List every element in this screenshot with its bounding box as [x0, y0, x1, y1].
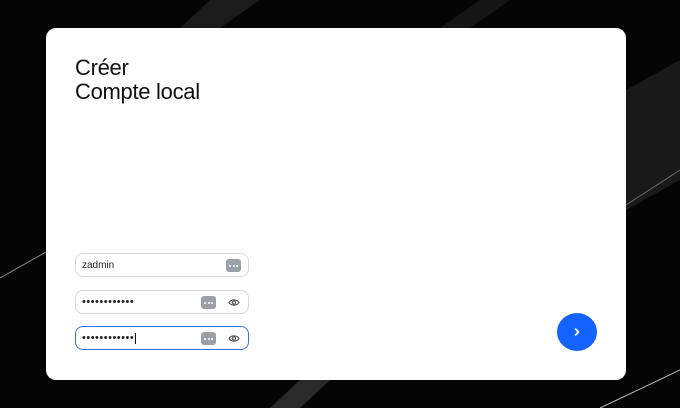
password-value: •••••••••••• [82, 296, 135, 308]
eye-icon[interactable] [227, 332, 241, 345]
username-field[interactable]: zadmin [75, 253, 249, 277]
password-manager-key-icon[interactable] [201, 296, 216, 309]
next-button[interactable] [557, 313, 597, 351]
page-title: Créer Compte local [75, 56, 200, 104]
title-line-create: Créer [75, 55, 129, 80]
chevron-right-icon [574, 328, 580, 336]
username-value: zadmin [82, 259, 115, 271]
password-manager-key-icon[interactable] [201, 332, 216, 345]
text-caret [135, 332, 137, 344]
confirm-password-value: •••••••••••• [82, 332, 137, 344]
title-line-local-account: Compte local [75, 79, 200, 104]
create-account-card: Créer Compte local zadmin •••••••••••• •… [46, 28, 626, 380]
confirm-password-field[interactable]: •••••••••••• [75, 326, 249, 350]
eye-icon[interactable] [227, 296, 241, 309]
password-field[interactable]: •••••••••••• [75, 290, 249, 314]
password-manager-key-icon[interactable] [226, 259, 241, 272]
